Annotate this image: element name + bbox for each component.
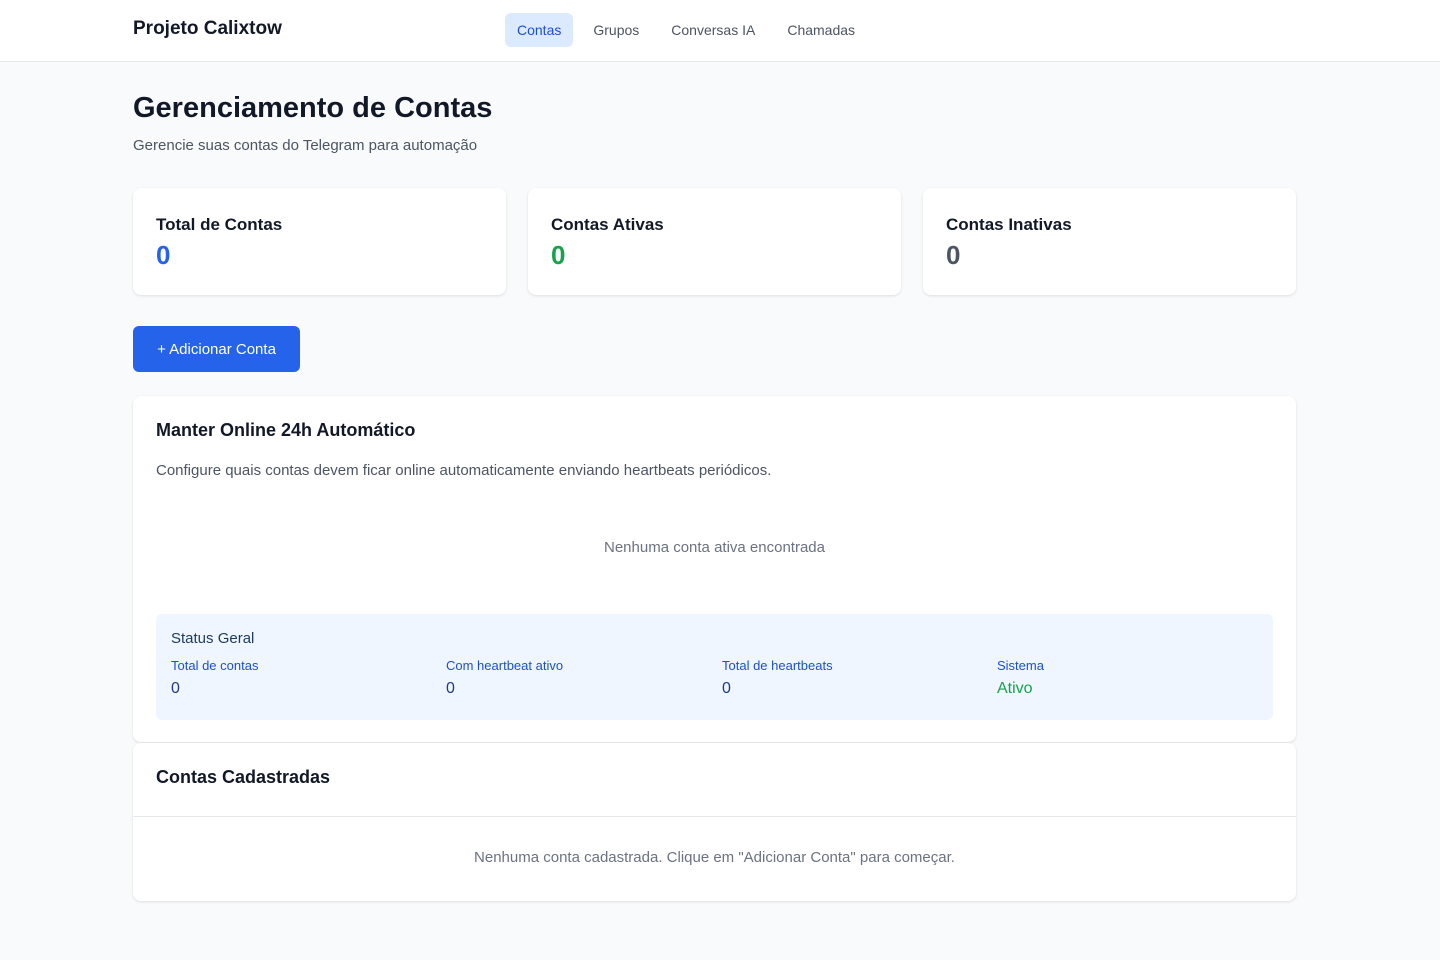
stat-card-inactive: Contas Inativas 0 — [923, 188, 1296, 295]
registered-accounts-panel: Contas Cadastradas Nenhuma conta cadastr… — [133, 743, 1296, 901]
status-label: Com heartbeat ativo — [446, 658, 564, 673]
status-item-total-accounts: Total de contas 0 — [171, 658, 421, 698]
no-registered-accounts-message: Nenhuma conta cadastrada. Clique em "Adi… — [474, 849, 955, 866]
stat-value: 0 — [551, 240, 566, 270]
page-subtitle: Gerencie suas contas do Telegram para au… — [133, 137, 478, 154]
status-item-total-heartbeats: Total de heartbeats 0 — [722, 658, 972, 698]
stat-label: Contas Ativas — [551, 215, 664, 234]
stat-card-total: Total de Contas 0 — [133, 188, 506, 295]
top-navigation: Projeto Calixtow Contas Grupos Conversas… — [0, 0, 1440, 62]
keep-online-title: Manter Online 24h Automático — [156, 420, 416, 440]
registered-accounts-title: Contas Cadastradas — [156, 767, 331, 787]
stat-label: Total de Contas — [156, 215, 283, 234]
status-value: 0 — [722, 680, 731, 697]
nav-link-conversas-ia[interactable]: Conversas IA — [659, 13, 767, 47]
brand-title[interactable]: Projeto Calixtow — [133, 18, 282, 40]
add-account-button[interactable]: + Adicionar Conta — [133, 326, 300, 372]
nav-link-chamadas[interactable]: Chamadas — [775, 13, 867, 47]
status-overview: Status Geral Total de contas 0 Com heart… — [156, 614, 1273, 720]
nav-link-grupos[interactable]: Grupos — [581, 13, 651, 47]
stat-label: Contas Inativas — [946, 215, 1072, 234]
stat-value: 0 — [946, 240, 961, 270]
stat-card-active: Contas Ativas 0 — [528, 188, 901, 295]
status-item-system: Sistema Ativo — [997, 658, 1247, 698]
divider — [133, 816, 1296, 817]
status-label: Sistema — [997, 658, 1044, 673]
no-active-accounts-message: Nenhuma conta ativa encontrada — [604, 539, 825, 556]
keep-online-description: Configure quais contas devem ficar onlin… — [156, 462, 772, 479]
status-item-heartbeat-active: Com heartbeat ativo 0 — [446, 658, 696, 698]
status-value: 0 — [171, 680, 180, 697]
status-title: Status Geral — [171, 630, 255, 647]
nav-link-contas[interactable]: Contas — [505, 13, 574, 47]
system-status-value: Ativo — [997, 680, 1033, 697]
status-label: Total de contas — [171, 658, 259, 673]
stat-value: 0 — [156, 240, 171, 270]
page-title: Gerenciamento de Contas — [133, 92, 493, 124]
status-value: 0 — [446, 680, 455, 697]
keep-online-panel: Manter Online 24h Automático Configure q… — [133, 396, 1296, 742]
status-label: Total de heartbeats — [722, 658, 833, 673]
nav-links: Contas Grupos Conversas IA Chamadas — [505, 13, 867, 47]
